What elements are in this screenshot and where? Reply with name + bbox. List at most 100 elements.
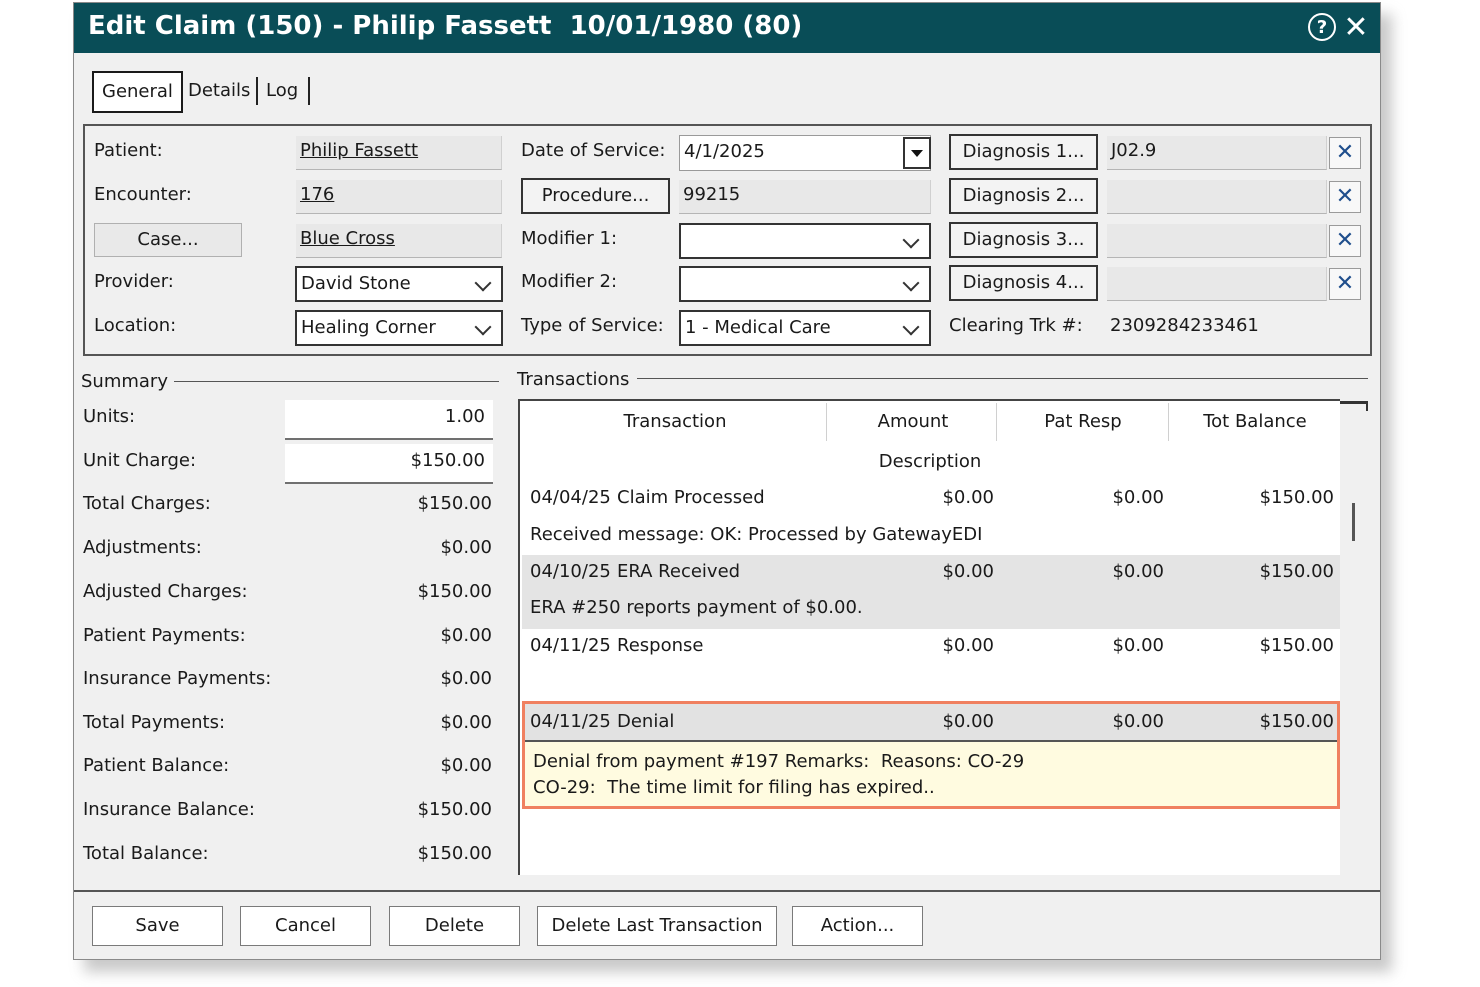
clearing-value: 2309284233461 xyxy=(1110,315,1259,336)
tab-log[interactable]: Log xyxy=(266,72,298,110)
edit-claim-dialog: Edit Claim (150) - Philip Fassett 10/01/… xyxy=(73,2,1381,960)
location-label: Location: xyxy=(94,315,177,336)
modifier1-select[interactable] xyxy=(679,223,931,259)
summary-heading: Summary xyxy=(81,371,168,392)
row-pat-resp: $0.00 xyxy=(1112,487,1164,508)
delete-last-transaction-button[interactable]: Delete Last Transaction xyxy=(537,906,777,946)
adjustments-value: $0.00 xyxy=(440,537,492,558)
row-date: 04/10/25 xyxy=(530,561,611,582)
dos-input[interactable]: 4/1/2025 xyxy=(679,135,931,171)
transactions-scrollbar[interactable] xyxy=(1340,399,1370,875)
total-charges-value: $150.00 xyxy=(417,493,492,514)
col-amount[interactable]: Amount xyxy=(830,411,996,432)
clear-diagnosis4-icon[interactable]: ✕ xyxy=(1329,268,1361,300)
provider-value: David Stone xyxy=(301,273,411,294)
col-description[interactable]: Description xyxy=(830,451,1030,472)
window-title: Edit Claim (150) - Philip Fassett 10/01/… xyxy=(88,11,803,41)
case-link[interactable]: Blue Cross xyxy=(296,224,502,258)
dos-label: Date of Service: xyxy=(521,140,666,161)
provider-select[interactable]: David Stone xyxy=(295,266,503,302)
tab-divider xyxy=(256,77,258,105)
diagnosis4-button[interactable]: Diagnosis 4... xyxy=(949,265,1098,301)
diagnosis2-button[interactable]: Diagnosis 2... xyxy=(949,178,1098,214)
save-button[interactable]: Save xyxy=(92,906,223,946)
row-tot-balance: $150.00 xyxy=(1259,487,1334,508)
total-payments-value: $0.00 xyxy=(440,712,492,733)
col-divider xyxy=(996,403,997,441)
table-row-denial[interactable]: 04/11/25 Denial $0.00 $0.00 $150.00 Deni… xyxy=(522,701,1340,809)
provider-label: Provider: xyxy=(94,271,174,292)
row-amount: $0.00 xyxy=(942,487,994,508)
units-input[interactable]: 1.00 xyxy=(285,400,493,440)
tab-divider xyxy=(308,77,310,105)
title-bar: Edit Claim (150) - Philip Fassett 10/01/… xyxy=(74,3,1380,53)
scrollbar-thumb[interactable] xyxy=(1352,503,1355,541)
row-tot-balance: $150.00 xyxy=(1259,561,1334,582)
table-row[interactable]: 04/11/25 Response $0.00 $0.00 $150.00 xyxy=(522,629,1340,699)
table-row[interactable]: 04/10/25 ERA Received $0.00 $0.00 $150.0… xyxy=(522,555,1340,629)
adjusted-charges-label: Adjusted Charges: xyxy=(83,581,248,602)
location-value: Healing Corner xyxy=(301,317,436,338)
total-balance-label: Total Balance: xyxy=(83,843,209,864)
modifier2-select[interactable] xyxy=(679,266,931,302)
help-icon[interactable]: ? xyxy=(1308,13,1336,41)
col-pat-resp[interactable]: Pat Resp xyxy=(1000,411,1166,432)
case-button[interactable]: Case... xyxy=(94,223,242,257)
row-amount: $0.00 xyxy=(942,711,994,732)
row-type: Response xyxy=(617,635,704,656)
dropdown-arrow-icon xyxy=(911,150,923,157)
diagnosis3-button[interactable]: Diagnosis 3... xyxy=(949,222,1098,258)
close-icon[interactable]: ✕ xyxy=(1342,10,1370,45)
row-pat-resp: $0.00 xyxy=(1112,635,1164,656)
row-amount: $0.00 xyxy=(942,561,994,582)
transactions-heading: Transactions xyxy=(517,369,630,390)
insurance-balance-value: $150.00 xyxy=(417,799,492,820)
chevron-down-icon xyxy=(902,312,923,344)
bottom-separator xyxy=(74,890,1380,892)
delete-button[interactable]: Delete xyxy=(389,906,520,946)
clearing-label: Clearing Trk #: xyxy=(949,315,1083,336)
col-transaction[interactable]: Transaction xyxy=(540,411,810,432)
date-picker-button[interactable] xyxy=(903,137,931,169)
patient-link[interactable]: Philip Fassett xyxy=(296,136,502,170)
row-date: 04/04/25 xyxy=(530,487,611,508)
summary-rule xyxy=(174,381,499,382)
row-type: Denial xyxy=(617,711,675,732)
action-button[interactable]: Action... xyxy=(792,906,923,946)
clear-diagnosis1-icon[interactable]: ✕ xyxy=(1329,137,1361,169)
unit-charge-label: Unit Charge: xyxy=(83,450,197,471)
location-select[interactable]: Healing Corner xyxy=(295,310,503,346)
table-row[interactable]: 04/04/25 Claim Processed $0.00 $0.00 $15… xyxy=(522,481,1340,555)
cancel-button[interactable]: Cancel xyxy=(240,906,371,946)
chevron-down-icon xyxy=(902,225,923,257)
patient-balance-label: Patient Balance: xyxy=(83,755,230,776)
row-date: 04/11/25 xyxy=(530,711,611,732)
row-pat-resp: $0.00 xyxy=(1112,561,1164,582)
row-tot-balance: $150.00 xyxy=(1259,635,1334,656)
diagnosis4-value xyxy=(1107,267,1327,301)
tos-label: Type of Service: xyxy=(521,315,664,336)
row-description: Denial from payment #197 Remarks: Reason… xyxy=(533,751,1025,772)
adjusted-charges-value: $150.00 xyxy=(417,581,492,602)
modifier1-label: Modifier 1: xyxy=(521,228,618,249)
procedure-value: 99215 xyxy=(679,180,931,214)
encounter-label: Encounter: xyxy=(94,184,192,205)
row-tot-balance: $150.00 xyxy=(1259,711,1334,732)
clear-diagnosis3-icon[interactable]: ✕ xyxy=(1329,225,1361,257)
diagnosis1-button[interactable]: Diagnosis 1... xyxy=(949,134,1098,170)
insurance-payments-label: Insurance Payments: xyxy=(83,668,272,689)
diagnosis3-value xyxy=(1107,224,1327,258)
tab-details[interactable]: Details xyxy=(188,72,250,110)
clear-diagnosis2-icon[interactable]: ✕ xyxy=(1329,181,1361,213)
unit-charge-input[interactable]: $150.00 xyxy=(285,444,493,484)
row-type: ERA Received xyxy=(617,561,741,582)
patient-balance-value: $0.00 xyxy=(440,755,492,776)
encounter-link[interactable]: 176 xyxy=(296,180,502,214)
insurance-payments-value: $0.00 xyxy=(440,668,492,689)
col-tot-balance[interactable]: Tot Balance xyxy=(1170,411,1340,432)
adjustments-label: Adjustments: xyxy=(83,537,202,558)
tos-select[interactable]: 1 - Medical Care xyxy=(679,310,931,346)
procedure-button[interactable]: Procedure... xyxy=(521,178,670,214)
tab-general[interactable]: General xyxy=(92,71,183,113)
patient-label: Patient: xyxy=(94,140,163,161)
